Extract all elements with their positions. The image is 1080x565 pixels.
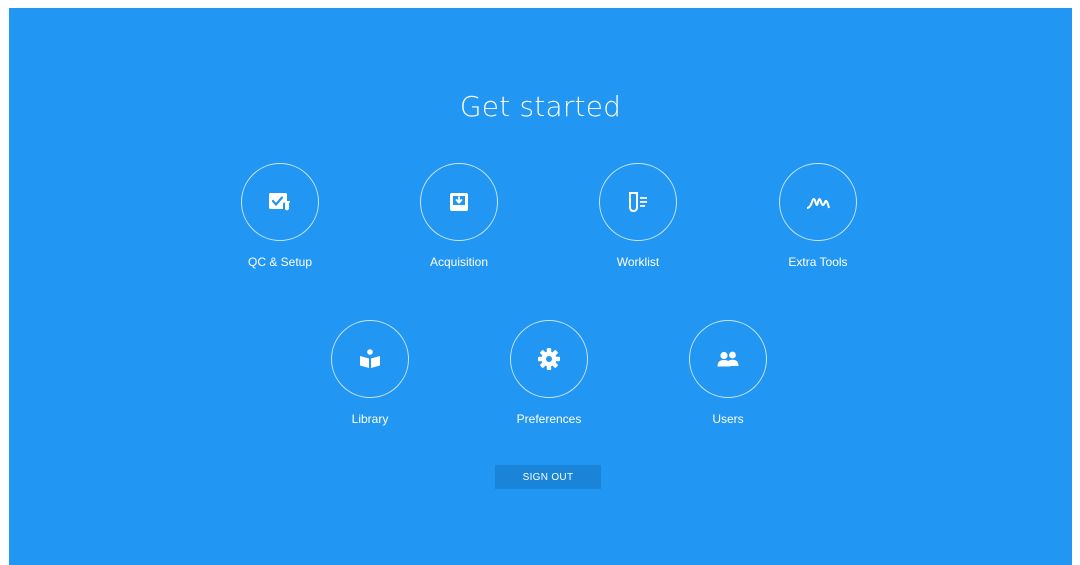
- get-started-screen: Get started QC & Setup Acquisition Workl…: [9, 8, 1072, 565]
- tile-label: QC & Setup: [247, 255, 313, 269]
- page-title: Get started: [459, 90, 622, 123]
- tile-extra-tools[interactable]: Extra Tools: [748, 163, 888, 283]
- tile-label: Library: [351, 412, 389, 426]
- qc-setup-icon: [269, 193, 291, 212]
- tile-qc-setup[interactable]: QC & Setup: [210, 163, 350, 283]
- worklist-icon: [629, 192, 647, 213]
- gear-icon: [538, 348, 560, 370]
- library-icon: [360, 349, 380, 368]
- sign-out-button[interactable]: SIGN OUT: [495, 465, 601, 489]
- tile-worklist[interactable]: Worklist: [568, 163, 708, 283]
- tile-circle[interactable]: [241, 163, 319, 241]
- tile-label: Acquisition: [429, 255, 489, 269]
- tile-circle[interactable]: [510, 320, 588, 398]
- tile-label: Extra Tools: [788, 255, 848, 269]
- tile-library[interactable]: Library: [300, 320, 440, 440]
- users-icon: [717, 351, 739, 367]
- acquisition-icon: [450, 193, 468, 211]
- tile-users[interactable]: Users: [658, 320, 798, 440]
- tile-circle[interactable]: [779, 163, 857, 241]
- tile-label: Users: [712, 412, 744, 426]
- tile-circle[interactable]: [689, 320, 767, 398]
- tile-label: Preferences: [516, 412, 582, 426]
- tile-acquisition[interactable]: Acquisition: [389, 163, 529, 283]
- tile-circle[interactable]: [331, 320, 409, 398]
- tile-label: Worklist: [616, 255, 660, 269]
- tile-circle[interactable]: [599, 163, 677, 241]
- tile-preferences[interactable]: Preferences: [479, 320, 619, 440]
- tile-circle[interactable]: [420, 163, 498, 241]
- extra-tools-icon: [806, 198, 830, 209]
